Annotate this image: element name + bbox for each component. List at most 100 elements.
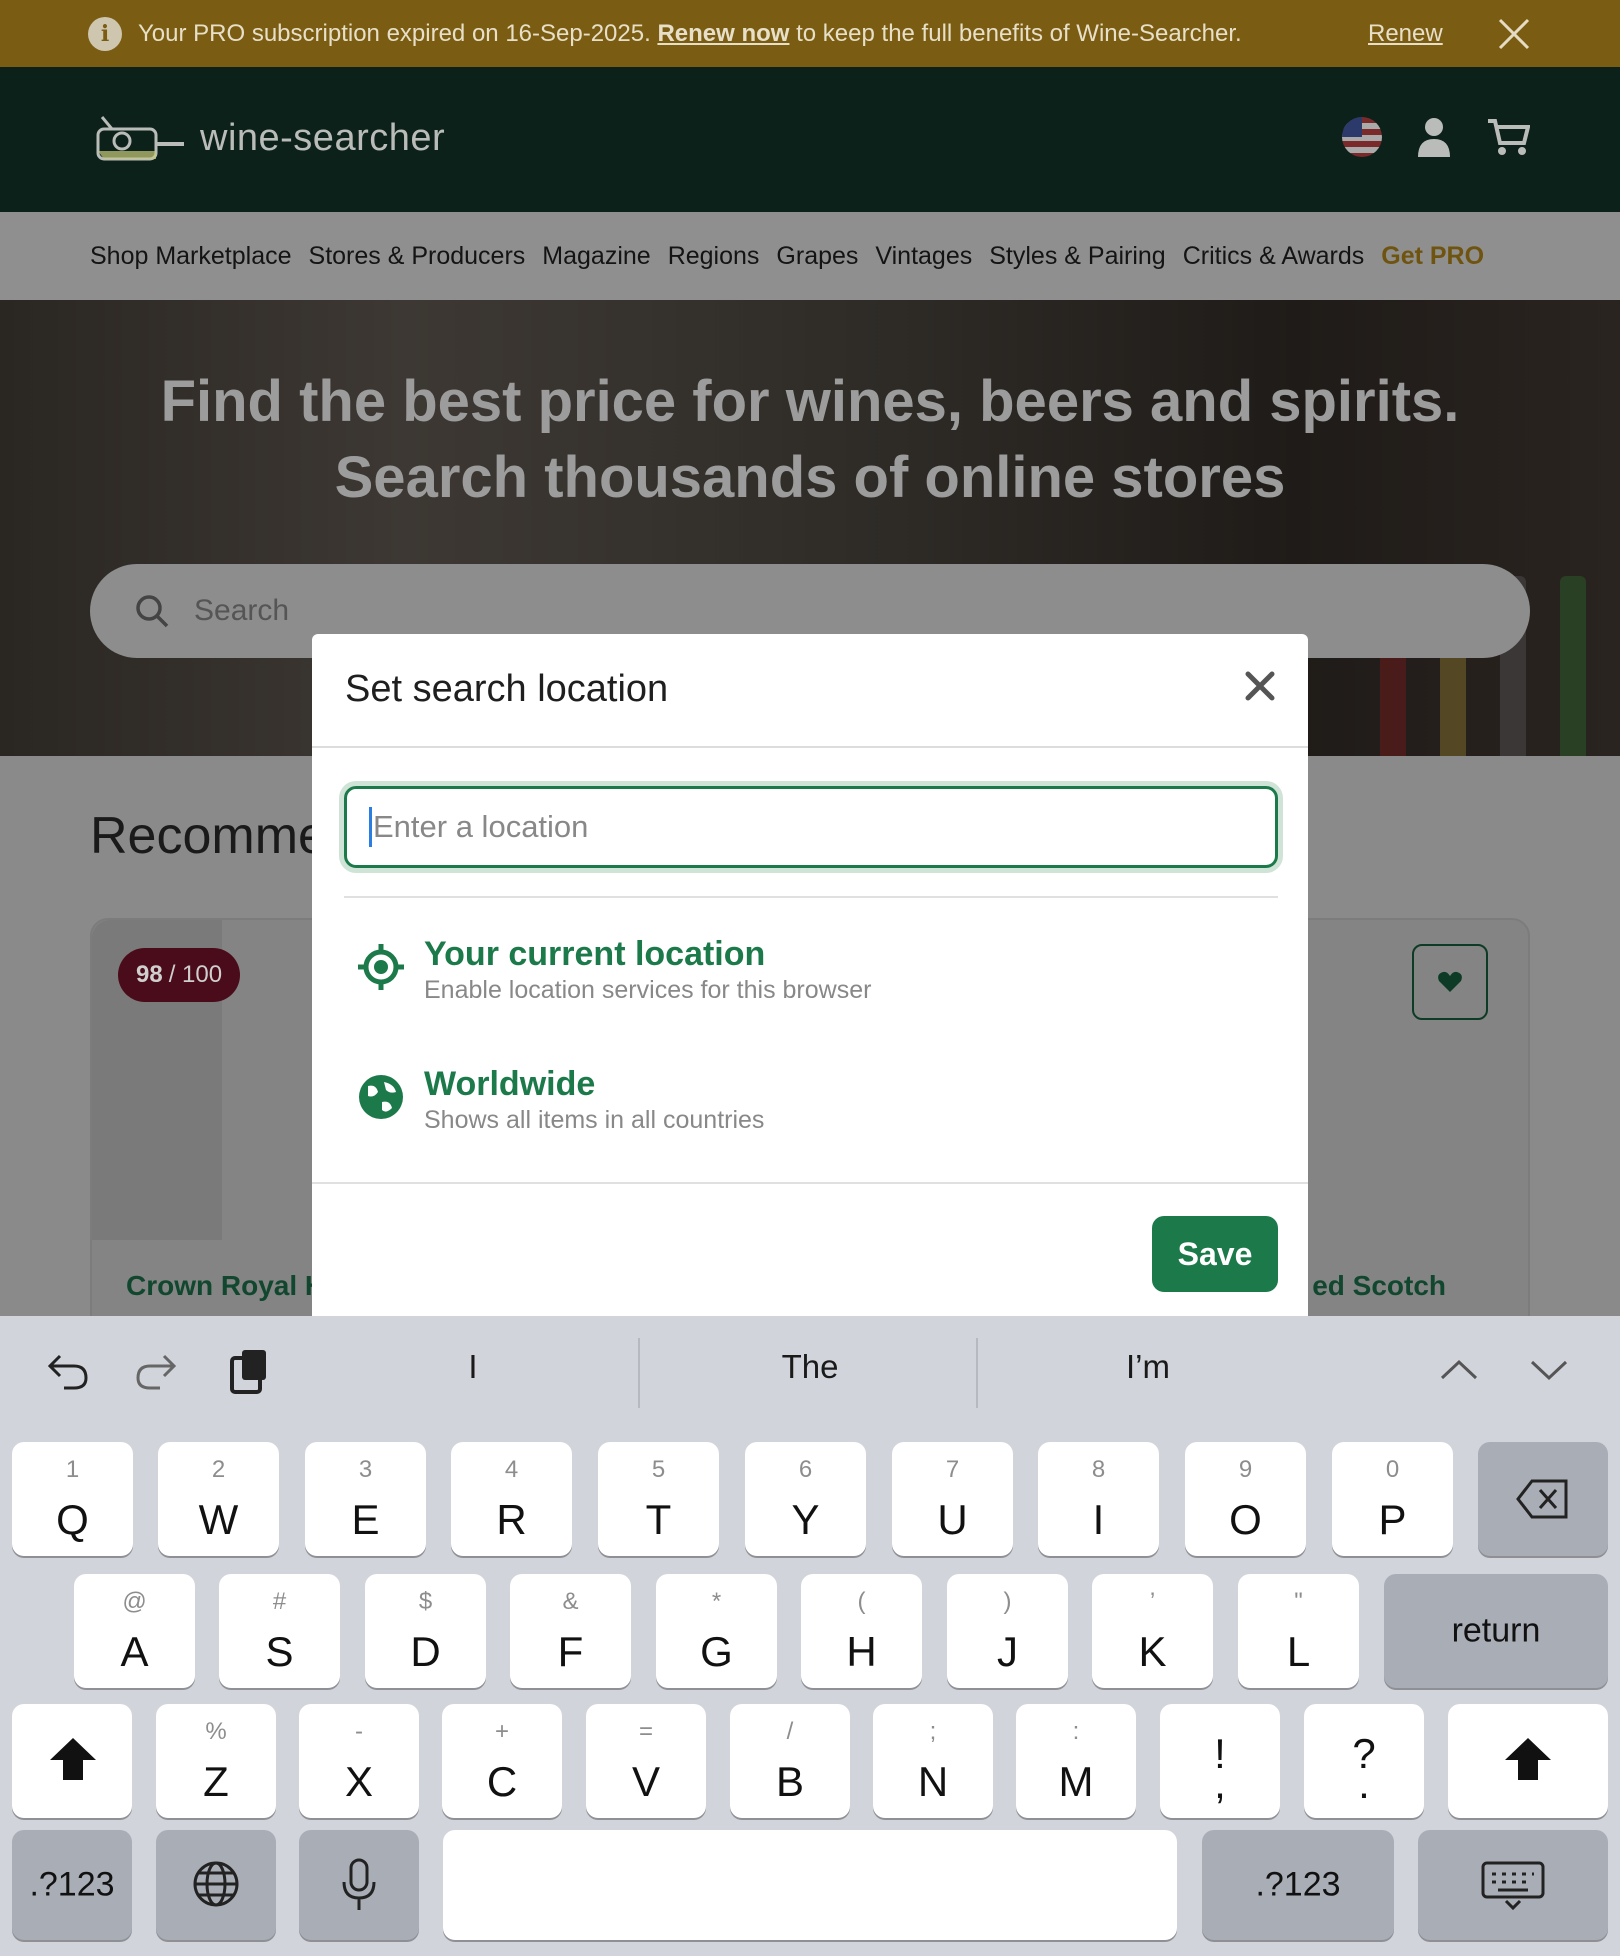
key-m[interactable]: :M [1016,1704,1136,1818]
key-r[interactable]: 4R [451,1442,572,1556]
dictation-key[interactable] [299,1830,419,1940]
nav-item-get-pro[interactable]: Get PRO [1381,242,1484,271]
numbers-key-left[interactable]: .?123 [12,1830,132,1940]
key-w[interactable]: 2W [158,1442,279,1556]
key-exclamation-comma[interactable]: !, [1160,1704,1280,1818]
bottle-decoration [1560,576,1586,756]
option-current-location[interactable]: Your current location Enable location se… [356,934,871,1005]
key-f[interactable]: & F [510,1574,631,1688]
key-s[interactable]: # S [219,1574,340,1688]
option-worldwide[interactable]: Worldwide Shows all items in all countri… [356,1064,764,1135]
onscreen-keyboard: I The I’m 1Q 2W 3E 4R 5T 6Y 7U 8I 9O 0P … [0,1316,1620,1956]
product-title-right[interactable]: ed Scotch [1312,1270,1446,1302]
key-alt: 5 [651,1456,666,1483]
key-y[interactable]: 6Y [745,1442,866,1556]
nav-item-vintages[interactable]: Vintages [875,242,972,271]
renew-link[interactable]: Renew [1368,20,1443,48]
key-label: O [1229,1496,1262,1543]
favorite-button[interactable] [1412,944,1488,1020]
suggestion-3[interactable]: I’m [1068,1348,1228,1386]
score-total: / 100 [168,961,223,988]
key-alt: = [638,1718,653,1745]
nav-item-critics-awards[interactable]: Critics & Awards [1183,242,1365,271]
key-u[interactable]: 7U [892,1442,1013,1556]
key-alt: 6 [798,1456,813,1483]
numbers-key-right[interactable]: .?123 [1202,1830,1394,1940]
suggestion-1[interactable]: I [393,1348,553,1386]
key-label: K [1138,1628,1167,1675]
key-h[interactable]: (H [801,1574,922,1688]
us-flag-icon[interactable] [1342,117,1382,157]
suggestion-2[interactable]: The [730,1348,890,1386]
key-b[interactable]: / B [730,1704,850,1818]
key-label: Z [203,1758,229,1805]
key-o[interactable]: 9O [1185,1442,1306,1556]
chevron-down-icon[interactable] [1528,1354,1570,1384]
key-label: F [557,1628,584,1675]
nav-item-shop-marketplace[interactable]: Shop Marketplace [90,242,292,271]
redo-icon[interactable] [134,1352,178,1392]
shift-key-right[interactable] [1448,1704,1608,1818]
nav-item-grapes[interactable]: Grapes [776,242,858,271]
key-p[interactable]: 0P [1332,1442,1453,1556]
nav-item-stores-producers[interactable]: Stores & Producers [309,242,526,271]
backspace-icon [1516,1479,1568,1519]
key-alt: 3 [358,1456,373,1483]
paste-icon[interactable] [228,1346,272,1396]
save-button[interactable]: Save [1152,1216,1278,1292]
key-label: .?123 [29,1865,115,1904]
globe-key[interactable] [156,1830,276,1940]
space-key[interactable] [443,1830,1177,1940]
key-i[interactable]: 8I [1038,1442,1159,1556]
key-q[interactable]: 1Q [12,1442,133,1556]
key-g[interactable]: * G [656,1574,777,1688]
key-n[interactable]: ; N [873,1704,993,1818]
close-icon[interactable] [1494,14,1534,54]
key-a[interactable]: @ A [74,1574,195,1688]
key-label: R [496,1496,527,1543]
chevron-up-icon[interactable] [1438,1354,1480,1384]
brand-name: wine-searcher [200,116,446,159]
nav-item-magazine[interactable]: Magazine [542,242,650,271]
key-alt: 9 [1238,1456,1253,1483]
location-modal: Set search location Enter a location You… [312,634,1308,1316]
key-alt: ( [857,1588,866,1615]
undo-icon[interactable] [46,1352,90,1392]
nav-overflow-mask [1530,212,1620,300]
dismiss-keyboard-key[interactable] [1418,1830,1608,1940]
close-icon[interactable] [1240,666,1280,706]
main-nav: Shop Marketplace Stores & Producers Maga… [0,212,1620,300]
key-label: X [344,1758,373,1805]
key-z[interactable]: % Z [156,1704,276,1818]
site-header: wine-searcher [0,67,1620,212]
key-alt: 2 [211,1456,226,1483]
key-k[interactable]: ’ K [1092,1574,1213,1688]
nav-item-styles-pairing[interactable]: Styles & Pairing [989,242,1165,271]
site-logo[interactable]: wine-searcher [94,111,445,165]
microphone-icon [342,1858,376,1910]
score-badge: 98 / 100 [118,948,241,1002]
product-title-left[interactable]: Crown Royal H [126,1270,325,1302]
renew-now-link[interactable]: Renew now [657,20,789,47]
key-e[interactable]: 3E [305,1442,426,1556]
shift-icon [1505,1738,1551,1780]
key-l[interactable]: " L [1238,1574,1359,1688]
key-v[interactable]: = V [586,1704,706,1818]
shift-key-left[interactable] [12,1704,132,1818]
key-c[interactable]: + C [442,1704,562,1818]
backspace-key[interactable] [1478,1442,1608,1556]
key-label: U [937,1496,968,1543]
key-j[interactable]: ) J [947,1574,1068,1688]
key-label: G [700,1628,733,1675]
modal-title: Set search location [345,668,669,710]
nav-item-regions[interactable]: Regions [668,242,760,271]
user-icon[interactable] [1416,117,1452,157]
location-input[interactable]: Enter a location [344,786,1278,868]
key-question-period[interactable]: ?. [1304,1704,1424,1818]
return-key[interactable]: return [1384,1574,1608,1688]
key-t[interactable]: 5T [598,1442,719,1556]
info-icon: i [88,16,122,51]
key-x[interactable]: -X [299,1704,419,1818]
key-d[interactable]: $ D [365,1574,486,1688]
cart-icon[interactable] [1486,117,1530,157]
